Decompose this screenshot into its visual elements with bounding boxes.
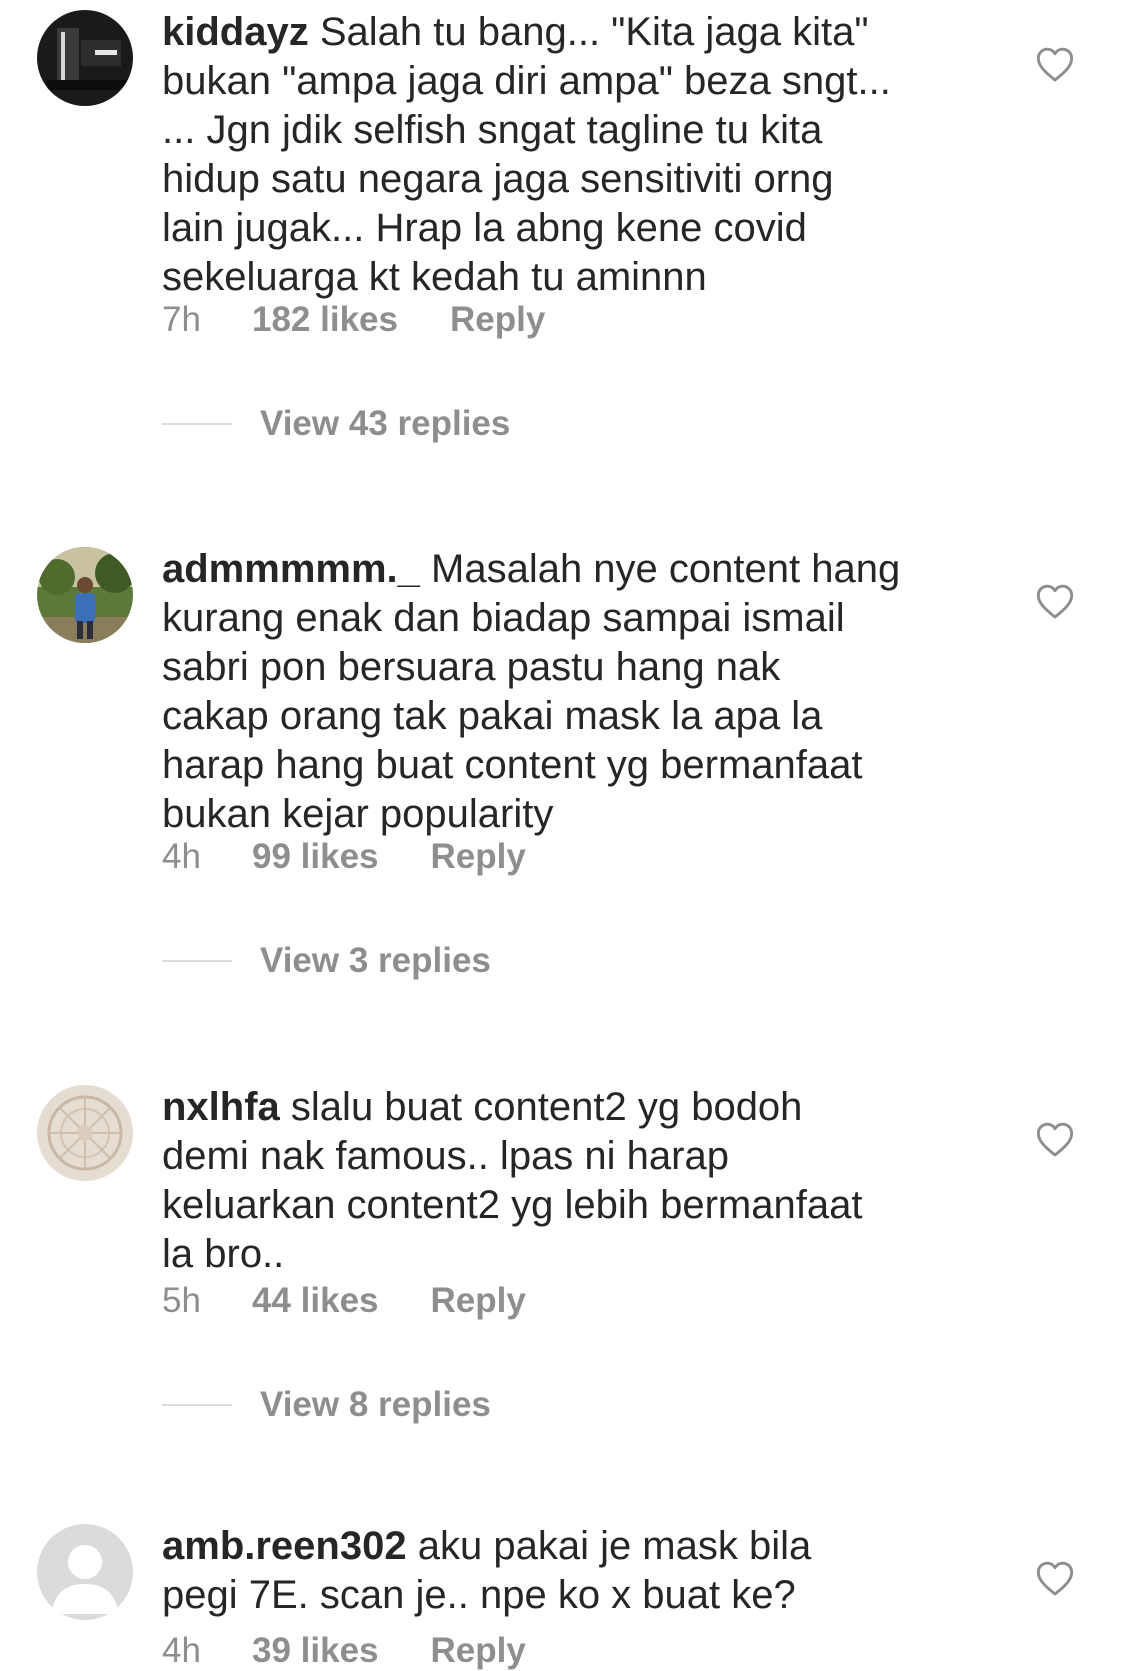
view-replies-button[interactable]: View 43 replies [162,404,510,444]
comment-text: nxlhfa slalu buat content2 yg bodoh demi… [162,1083,962,1279]
comment-text: admmmmm._ Masalah nye content hang kuran… [162,545,962,839]
comment-meta: 4h 39 likes Reply [162,1631,526,1671]
comment-meta: 4h 99 likes Reply [162,837,526,877]
avatar[interactable] [37,547,133,643]
divider [162,960,232,962]
comment-username[interactable]: admmmmm._ [162,547,420,591]
reply-button[interactable]: Reply [450,300,545,340]
comment-meta: 7h 182 likes Reply [162,300,545,340]
comment-likes[interactable]: 44 likes [252,1281,379,1321]
like-heart-icon[interactable] [1035,45,1075,85]
view-replies-button[interactable]: View 3 replies [162,941,491,981]
like-heart-icon[interactable] [1035,1559,1075,1599]
comment-time: 7h [162,300,201,339]
divider [162,423,232,425]
reply-button[interactable]: Reply [431,1281,526,1321]
comment-likes[interactable]: 99 likes [252,837,379,877]
comment-text: amb.reen302 aku pakai je mask bila pegi … [162,1522,962,1620]
comment-likes[interactable]: 182 likes [252,300,398,340]
comment-time: 4h [162,837,201,876]
avatar[interactable] [37,10,133,106]
comment-time: 4h [162,1631,201,1670]
comment-username[interactable]: amb.reen302 [162,1524,407,1568]
like-heart-icon[interactable] [1035,582,1075,622]
comment-text: kiddayz Salah tu bang... "Kita jaga kita… [162,8,962,302]
avatar[interactable] [37,1524,133,1620]
view-replies-label: View 43 replies [260,404,511,443]
view-replies-label: View 8 replies [260,1385,491,1424]
comment-username[interactable]: kiddayz [162,10,309,54]
view-replies-button[interactable]: View 8 replies [162,1385,491,1425]
comment-meta: 5h 44 likes Reply [162,1281,526,1321]
pattern-avatar [37,1085,133,1181]
reply-button[interactable]: Reply [431,1631,526,1671]
person-outdoor-avatar [37,547,133,643]
divider [162,1404,232,1406]
avatar[interactable] [37,1085,133,1181]
comment-likes[interactable]: 39 likes [252,1631,379,1671]
comment-time: 5h [162,1281,201,1320]
mcdonalds-photo-avatar [37,10,133,106]
like-heart-icon[interactable] [1035,1120,1075,1160]
default-user-avatar [37,1524,133,1620]
reply-button[interactable]: Reply [431,837,526,877]
view-replies-label: View 3 replies [260,941,491,980]
comment-username[interactable]: nxlhfa [162,1085,280,1129]
